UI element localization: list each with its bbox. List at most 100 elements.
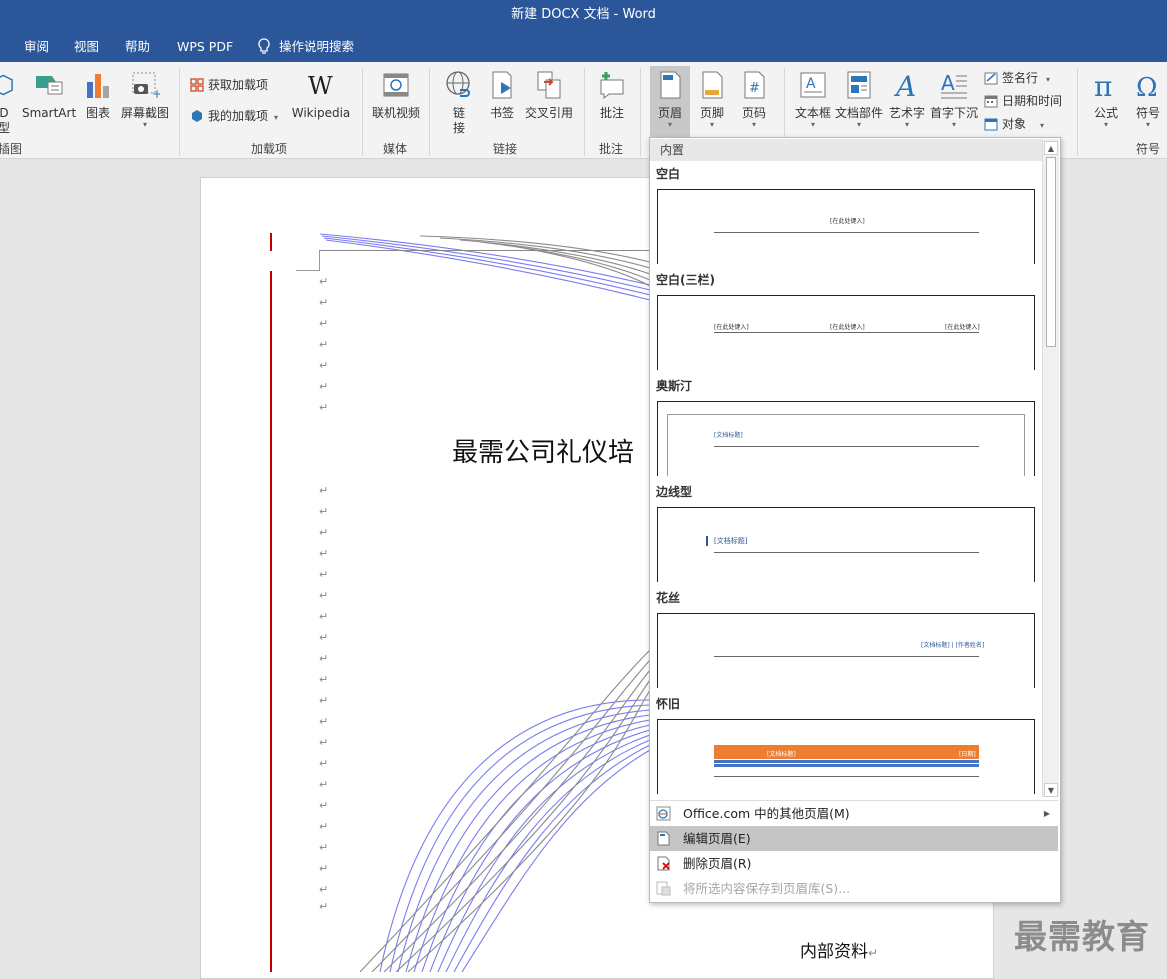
- menu-bar: 审阅 视图 帮助 WPS PDF 操作说明搜索: [0, 32, 1167, 62]
- paragraph-mark: ↵: [319, 900, 329, 913]
- gallery-scrollbar[interactable]: ▲ ▼: [1042, 139, 1059, 797]
- screenshot-button[interactable]: + 屏幕截图 ▾: [120, 70, 170, 129]
- lightbulb-icon: [258, 38, 270, 54]
- save-gallery-icon: [656, 881, 671, 896]
- tell-me-search[interactable]: 操作说明搜索: [257, 32, 354, 62]
- paragraph-mark: ↵: [319, 317, 329, 330]
- paragraph-mark: ↵: [319, 883, 329, 896]
- get-addins-button[interactable]: 获取加载项: [190, 75, 268, 95]
- signature-line-button[interactable]: 签名行 ▾: [984, 68, 1050, 90]
- textbox-icon: A: [800, 72, 826, 98]
- omega-icon: Ω: [1136, 73, 1158, 103]
- online-video-button[interactable]: 联机视频: [369, 70, 423, 121]
- equation-button[interactable]: π 公式 ▾: [1088, 70, 1124, 129]
- bookmark-button[interactable]: 书签: [486, 70, 518, 121]
- my-addins-button[interactable]: 我的加载项 ▾: [190, 106, 278, 128]
- document-title[interactable]: 最需公司礼仪培: [452, 432, 634, 469]
- gallery-thumbnail: [文档标题]: [657, 401, 1035, 476]
- date-time-button[interactable]: 日期和时间: [984, 91, 1062, 111]
- paragraph-mark: ↵: [319, 568, 329, 581]
- 3d-models-button[interactable]: D 型: [0, 70, 16, 136]
- more-headers-office-com[interactable]: Office.com 中的其他页眉(M) ▶: [650, 801, 1058, 826]
- link-button[interactable]: 链 接: [442, 70, 476, 136]
- gallery-item-blank-three-column[interactable]: 空白(三栏) [在此处键入] [在此处键入] [在此处键入]: [650, 267, 1042, 373]
- comment-icon: [600, 72, 624, 100]
- wordart-button[interactable]: A 艺术字 ▾: [887, 70, 927, 129]
- gallery-item-label: 空白: [656, 167, 681, 181]
- wikipedia-button[interactable]: W Wikipedia: [290, 70, 352, 121]
- tab-review[interactable]: 审阅: [24, 32, 49, 62]
- gallery-item-retrospect[interactable]: 怀旧 [文档标题] [日期]: [650, 691, 1042, 797]
- section-builtin: 内置: [650, 139, 1042, 161]
- chart-button[interactable]: 图表: [82, 70, 114, 121]
- title-bar: 新建 DOCX 文档 - Word: [0, 0, 1167, 32]
- gallery-item-label: 奥斯汀: [656, 379, 693, 393]
- tab-view[interactable]: 视图: [74, 32, 99, 62]
- paragraph-mark: ↵: [319, 778, 329, 791]
- object-icon: [984, 118, 998, 131]
- gallery-item-label: 花丝: [656, 591, 681, 605]
- paragraph-mark: ↵: [319, 799, 329, 812]
- my-addins-icon: [192, 110, 202, 122]
- footer-button[interactable]: 页脚 ▾: [694, 70, 730, 129]
- drop-cap-button[interactable]: A 首字下沉 ▾: [929, 70, 979, 129]
- paragraph-mark: ↵: [319, 673, 329, 686]
- chart-icon: [87, 74, 109, 98]
- store-icon: [190, 78, 204, 92]
- paragraph-mark: ↵: [319, 589, 329, 602]
- tab-wps-pdf[interactable]: WPS PDF: [177, 32, 233, 62]
- submenu-arrow-icon: ▶: [1043, 809, 1050, 818]
- gallery-item-blank[interactable]: 空白 [在此处键入]: [650, 161, 1042, 267]
- quick-parts-icon: [847, 71, 871, 99]
- page-number-button[interactable]: # 页码 ▾: [736, 70, 772, 129]
- header-button[interactable]: 页眉 ▾: [652, 70, 688, 129]
- cross-reference-button[interactable]: 交叉引用: [522, 70, 576, 121]
- screenshot-icon: +: [132, 72, 162, 101]
- bookmark-icon: [492, 71, 512, 99]
- signature-icon: [984, 72, 998, 85]
- gallery-thumbnail: [在此处键入]: [657, 189, 1035, 264]
- smartart-button[interactable]: SmartArt: [22, 70, 76, 121]
- margin-line-long: [270, 271, 272, 972]
- header-corner-mark: [296, 250, 320, 271]
- svg-text:A: A: [806, 76, 816, 92]
- group-symbols: 符号: [1136, 142, 1161, 156]
- group-comments: 批注: [599, 142, 624, 156]
- paragraph-mark: ↵: [319, 694, 329, 707]
- quick-parts-button[interactable]: 文档部件 ▾: [834, 70, 884, 129]
- new-comment-button[interactable]: 批注: [595, 70, 629, 121]
- group-links: 链接: [493, 142, 518, 156]
- group-addins: 加载项: [251, 142, 288, 156]
- header-icon: [660, 71, 681, 99]
- scroll-up-button[interactable]: ▲: [1044, 141, 1058, 155]
- header-dropdown: 内置 空白 [在此处键入] 空白(三栏) [在此处键入] [在此处键入] [在此…: [649, 137, 1061, 903]
- gallery-thumbnail: [文档标题] | [作者姓名]: [657, 613, 1035, 688]
- symbol-button[interactable]: Ω 符号 ▾: [1130, 70, 1166, 129]
- gallery-item-austin[interactable]: 奥斯汀 [文档标题]: [650, 373, 1042, 479]
- equation-icon: π: [1094, 70, 1112, 103]
- footer-text[interactable]: 内部资料↵: [800, 937, 878, 962]
- text-box-button[interactable]: A 文本框 ▾: [792, 70, 834, 129]
- paragraph-mark: ↵: [319, 484, 329, 497]
- edit-header-icon: [657, 831, 670, 846]
- paragraph-mark: ↵: [319, 526, 329, 539]
- paragraph-mark: ↵: [319, 820, 329, 833]
- link-icon: [446, 71, 470, 97]
- edit-header-item[interactable]: 编辑页眉(E): [650, 826, 1058, 851]
- paragraph-mark: ↵: [319, 359, 329, 372]
- delete-header-icon: [657, 856, 670, 871]
- scroll-thumb[interactable]: [1046, 157, 1056, 347]
- group-illustrations: 插图: [0, 142, 23, 156]
- remove-header-item[interactable]: 删除页眉(R): [650, 851, 1058, 876]
- gallery-item-label: 空白(三栏): [656, 273, 715, 287]
- gallery-item-filigree[interactable]: 花丝 [文档标题] | [作者姓名]: [650, 585, 1042, 691]
- office-com-icon: [656, 806, 671, 821]
- tab-help[interactable]: 帮助: [125, 32, 150, 62]
- window-title: 新建 DOCX 文档 - Word: [511, 7, 656, 22]
- gallery-item-sideline[interactable]: 边线型 [文档标题]: [650, 479, 1042, 585]
- svg-text:π: π: [1094, 70, 1112, 100]
- scroll-down-button[interactable]: ▼: [1044, 783, 1058, 797]
- paragraph-mark: ↵: [319, 736, 329, 749]
- object-button[interactable]: 对象 ▾: [984, 114, 1044, 136]
- gallery-thumbnail: [文档标题] [日期]: [657, 719, 1035, 794]
